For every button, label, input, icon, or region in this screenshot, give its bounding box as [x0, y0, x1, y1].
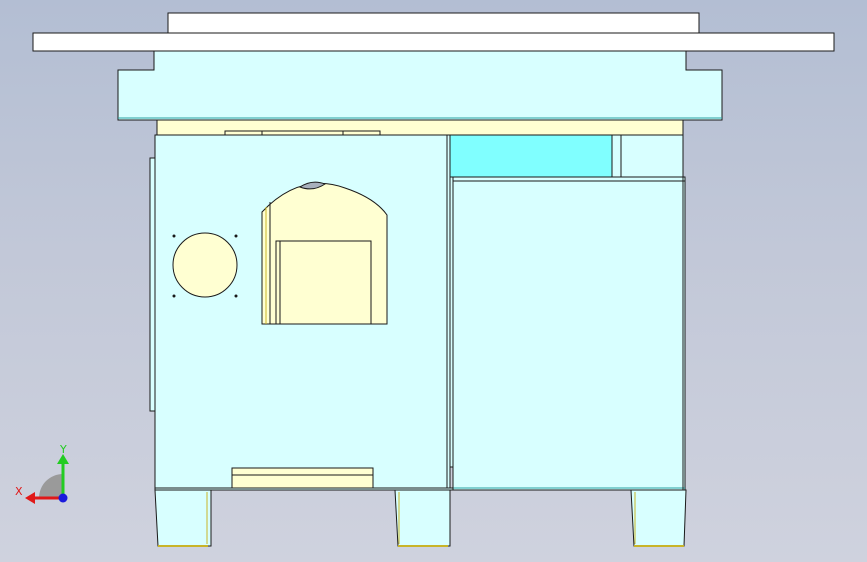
fan-screw	[172, 294, 176, 298]
triad-gray-quadrant	[39, 474, 63, 498]
right-top-box	[449, 134, 613, 178]
right-top-panel	[620, 134, 684, 178]
foot-left	[154, 489, 212, 547]
inner-box	[275, 240, 372, 325]
right-door	[452, 176, 686, 491]
fan-screw	[172, 234, 176, 238]
cream-band-slot	[224, 130, 381, 136]
fan-screw	[234, 234, 238, 238]
fan-screw	[234, 294, 238, 298]
cad-viewport[interactable]: Y X	[0, 0, 867, 562]
axis-triad	[25, 454, 69, 504]
foot-middle	[394, 489, 451, 547]
model-drawing[interactable]	[0, 0, 867, 562]
top-plate-wide	[32, 32, 835, 52]
upper-housing	[117, 50, 723, 121]
x-axis-label: X	[15, 485, 23, 498]
foot-right	[630, 489, 687, 547]
x-arrow-icon	[25, 492, 35, 504]
left-side-strip	[149, 157, 156, 412]
bottom-slot	[231, 467, 374, 489]
y-axis-label: Y	[60, 443, 67, 456]
right-top-post	[611, 134, 622, 178]
top-plate-upper	[167, 12, 700, 35]
z-axis-icon	[58, 493, 68, 503]
fan-opening	[172, 232, 238, 298]
